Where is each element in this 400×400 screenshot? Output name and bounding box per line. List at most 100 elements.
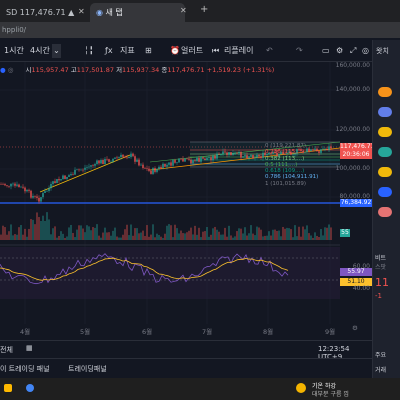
volume-bar <box>310 235 312 240</box>
replay-icon[interactable]: ⏮ <box>212 44 219 58</box>
volume-bar <box>130 224 132 240</box>
volume-series <box>0 212 332 240</box>
volume-bar <box>292 237 294 240</box>
candle-body <box>196 157 198 162</box>
candle-body <box>44 191 46 193</box>
volume-bar <box>54 226 56 240</box>
trading-panel-tab[interactable]: 트레이딩패널 <box>68 364 107 374</box>
candle-body <box>148 168 150 171</box>
templates-icon[interactable]: ⊞ <box>145 44 152 58</box>
price-tick: 100,000.00 <box>335 165 370 172</box>
symbol-name[interactable]: 비트 <box>375 253 386 262</box>
candle-body <box>66 176 68 179</box>
candle-body <box>240 151 242 158</box>
dropdown-icon[interactable]: ⌄ <box>52 44 61 58</box>
candle-body <box>250 154 252 157</box>
browser-tab-chart[interactable]: SD 117,476.71 ▲ +1.31% <box>0 3 75 22</box>
volume-bar <box>272 229 274 240</box>
browser-tab-bar: SD 117,476.71 ▲ +1.31% ✕ ◉ 새 탭 ✕ + <box>0 0 400 22</box>
volume-bar <box>306 225 308 240</box>
candle-body <box>120 154 122 157</box>
volume-bar <box>52 228 54 240</box>
alerts-button[interactable]: 얼러트 <box>181 44 203 58</box>
price-tick: 120,000.00 <box>335 126 370 133</box>
volume-bar <box>242 233 244 240</box>
browser-icon[interactable] <box>26 384 34 392</box>
candle-body <box>184 158 186 162</box>
volume-bar <box>134 228 136 240</box>
close-icon[interactable]: ✕ <box>78 7 85 16</box>
new-tab-icon[interactable]: + <box>200 4 208 15</box>
volume-bar <box>38 217 40 240</box>
volume-bar <box>56 237 58 240</box>
volume-bar <box>154 237 156 240</box>
volume-bar <box>290 229 292 240</box>
section-label: 거래 <box>375 367 387 374</box>
volume-bar <box>44 220 46 240</box>
volume-bar <box>98 235 100 240</box>
axis-settings-icon[interactable]: ⚙ <box>352 324 358 332</box>
volume-bar <box>314 232 316 240</box>
candle-body <box>218 153 220 155</box>
volume-bar <box>234 236 236 240</box>
indicators-button[interactable]: 지표 <box>120 44 135 58</box>
layout-icon[interactable]: ▭ <box>322 44 330 58</box>
volume-bar <box>64 237 66 240</box>
time-axis[interactable]: 4월 5월 6월 7월 8월 9월 ⚙ <box>0 324 358 338</box>
candle-body <box>126 157 128 159</box>
volume-bar <box>20 225 22 240</box>
candle-body <box>18 184 20 188</box>
interval-1h-button[interactable]: 1시간 <box>4 44 24 58</box>
volume-bar <box>80 225 82 240</box>
price-chart[interactable] <box>0 62 340 342</box>
indicators-icon[interactable]: ƒx <box>105 44 113 58</box>
browser-tab-new[interactable]: ◉ 새 탭 <box>90 3 185 22</box>
candle-body <box>172 159 174 166</box>
candle-body <box>22 186 24 188</box>
volume-bar <box>216 229 218 240</box>
close-icon[interactable]: ✕ <box>180 6 187 15</box>
volume-bar <box>168 224 170 240</box>
volume-bar <box>312 237 314 240</box>
fullscreen-icon[interactable]: ⤢ <box>350 44 356 58</box>
coin-icon <box>378 87 392 97</box>
volume-bar <box>228 225 230 240</box>
volume-bar <box>220 234 222 240</box>
settings-icon[interactable]: ⚙ <box>336 44 343 58</box>
volume-bar <box>172 237 174 240</box>
candle-body <box>150 170 152 174</box>
alert-icon[interactable]: ⏰ <box>170 44 180 58</box>
volume-bar <box>160 236 162 240</box>
url-text[interactable]: hppli0/ <box>2 26 26 34</box>
snapshot-icon[interactable]: ◎ <box>362 44 369 58</box>
tab-title: 새 탭 <box>105 8 123 17</box>
watchlist-header[interactable]: 왓치 <box>376 46 389 56</box>
volume-bar <box>326 227 328 240</box>
bottom-bar: 전체 ▦ 12:23:54 UTC+9 <box>0 340 372 361</box>
range-all-button[interactable]: 전체 <box>0 345 13 355</box>
calendar-icon[interactable]: ▦ <box>26 344 33 352</box>
address-bar[interactable]: hppli0/ <box>0 22 400 38</box>
undo-icon[interactable]: ↶ <box>266 44 273 58</box>
time-tick: 7월 <box>202 328 213 336</box>
volume-bar <box>284 228 286 240</box>
candle-body <box>144 168 146 169</box>
candle-body <box>96 160 98 165</box>
replay-button[interactable]: 리플레이 <box>224 44 253 58</box>
candle-type-icon[interactable]: ╎╏ <box>84 44 94 58</box>
trading-panel-tab[interactable]: 이 트레이딩 패널 <box>0 364 50 374</box>
volume-bar <box>40 220 42 240</box>
volume-bar <box>250 225 252 240</box>
volume-bar <box>150 234 152 240</box>
redo-icon[interactable]: ↷ <box>296 44 303 58</box>
volume-bar <box>18 227 20 240</box>
rsi-level-40: 40.00 <box>352 285 370 292</box>
candle-body <box>256 154 258 158</box>
coin-icon <box>378 127 392 137</box>
interval-4h-button[interactable]: 4시간 <box>30 44 50 58</box>
candle-body <box>64 175 66 179</box>
volume-bar <box>152 224 154 240</box>
candle-body <box>20 186 22 188</box>
volume-bar <box>162 237 164 240</box>
explorer-icon[interactable] <box>4 384 12 392</box>
